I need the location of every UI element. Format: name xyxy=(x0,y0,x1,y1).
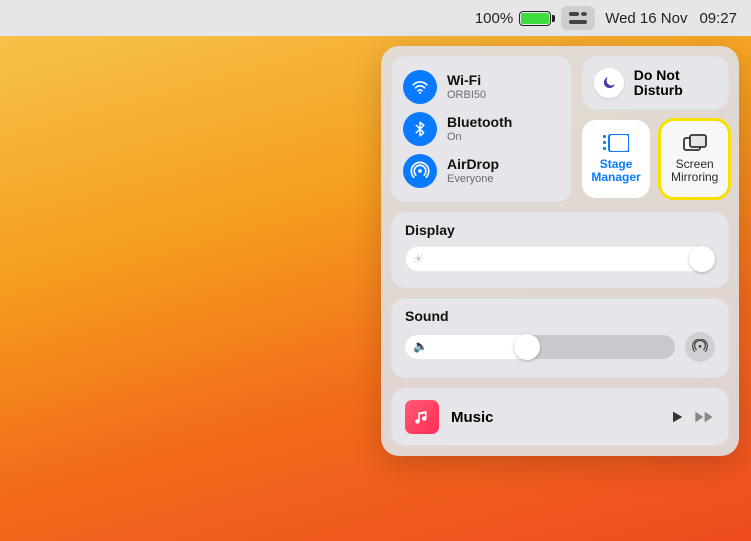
wifi-subtitle: ORBI50 xyxy=(447,89,486,101)
battery-status[interactable]: 100% xyxy=(475,10,551,27)
do-not-disturb-toggle[interactable]: Do Not Disturb xyxy=(582,56,729,110)
stage-manager-tile[interactable]: Stage Manager xyxy=(582,120,651,198)
sound-volume-slider[interactable]: 🔈 xyxy=(405,335,675,359)
now-playing-title: Music xyxy=(451,409,657,426)
bluetooth-toggle[interactable]: Bluetooth On xyxy=(403,108,560,150)
bluetooth-icon xyxy=(403,112,437,146)
sound-title: Sound xyxy=(405,308,715,324)
desktop-wallpaper: Wi-Fi ORBI50 Bluetooth On xyxy=(0,36,751,541)
screen-mirroring-tile[interactable]: Screen Mirroring xyxy=(660,120,729,198)
airdrop-toggle[interactable]: AirDrop Everyone xyxy=(403,150,560,192)
screen-mirroring-label: Screen Mirroring xyxy=(671,158,718,183)
slider-thumb[interactable] xyxy=(689,246,715,272)
stage-manager-label: Stage Manager xyxy=(591,158,640,183)
bluetooth-subtitle: On xyxy=(447,131,512,143)
display-card: Display ☀︎ xyxy=(391,212,729,288)
play-button[interactable] xyxy=(669,409,685,425)
slider-thumb[interactable] xyxy=(514,334,540,360)
screen-mirroring-icon xyxy=(683,134,707,152)
next-track-button[interactable] xyxy=(693,409,715,425)
moon-icon xyxy=(594,68,624,98)
wifi-icon xyxy=(403,70,437,104)
speaker-icon: 🔈 xyxy=(413,339,428,353)
stage-manager-icon xyxy=(603,134,629,152)
wifi-title: Wi-Fi xyxy=(447,73,486,88)
display-title: Display xyxy=(405,222,715,238)
airplay-icon xyxy=(692,339,708,355)
music-app-icon xyxy=(405,400,439,434)
control-center-icon xyxy=(569,12,587,24)
airdrop-title: AirDrop xyxy=(447,157,499,172)
control-center-panel: Wi-Fi ORBI50 Bluetooth On xyxy=(381,46,739,456)
airplay-audio-button[interactable] xyxy=(685,332,715,362)
menubar: 100% Wed 16 Nov 09:27 xyxy=(0,0,751,36)
airdrop-subtitle: Everyone xyxy=(447,173,499,185)
battery-icon xyxy=(519,11,551,26)
brightness-icon: ☀︎ xyxy=(413,252,424,266)
display-brightness-slider[interactable]: ☀︎ xyxy=(405,246,715,272)
do-not-disturb-label: Do Not Disturb xyxy=(634,68,683,97)
airdrop-icon xyxy=(403,154,437,188)
bluetooth-title: Bluetooth xyxy=(447,115,512,130)
wifi-toggle[interactable]: Wi-Fi ORBI50 xyxy=(403,66,560,108)
menubar-time[interactable]: 09:27 xyxy=(699,10,737,27)
battery-percent-label: 100% xyxy=(475,10,513,27)
now-playing-card[interactable]: Music xyxy=(391,388,729,446)
control-center-toggle[interactable] xyxy=(561,6,595,30)
sound-card: Sound 🔈 xyxy=(391,298,729,378)
connectivity-card: Wi-Fi ORBI50 Bluetooth On xyxy=(391,56,572,202)
menubar-date[interactable]: Wed 16 Nov xyxy=(605,10,687,27)
